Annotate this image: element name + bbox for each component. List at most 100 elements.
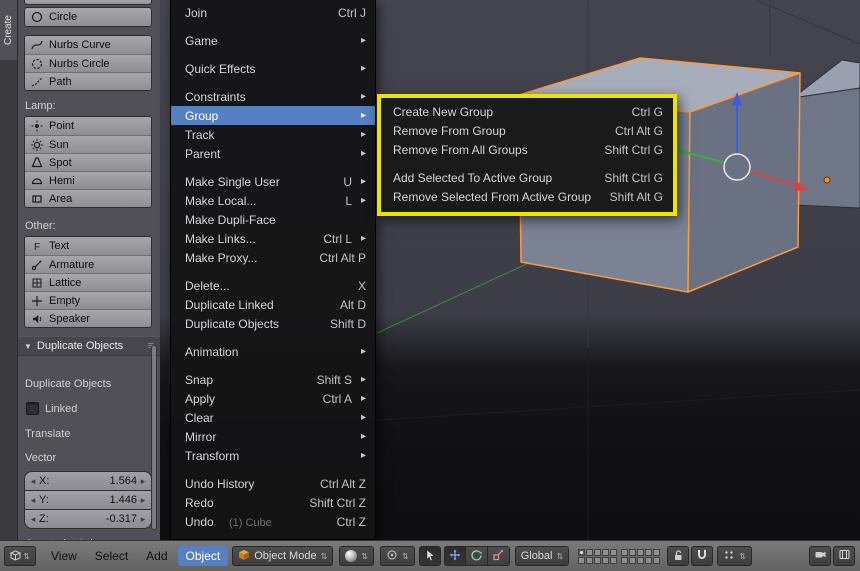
menu-item-group[interactable]: Group ▸ bbox=[171, 106, 375, 125]
linked-checkbox[interactable] bbox=[26, 402, 39, 415]
menu-item-mirror[interactable]: Mirror ▸ bbox=[171, 427, 375, 446]
grid-line bbox=[755, 0, 860, 45]
increment-arrow-icon[interactable]: ▸ bbox=[139, 514, 147, 525]
decrement-arrow-icon[interactable]: ◂ bbox=[29, 476, 37, 487]
menu-item-parent[interactable]: Parent ▸ bbox=[171, 144, 375, 163]
menu-item-apply[interactable]: Apply Ctrl A ▸ bbox=[171, 389, 375, 408]
layer-cell[interactable] bbox=[645, 548, 653, 556]
editor-type-button[interactable]: ⇅ bbox=[4, 546, 36, 566]
decrement-arrow-icon[interactable]: ◂ bbox=[29, 514, 37, 525]
tool-button-path[interactable]: Path bbox=[25, 72, 151, 90]
layer-cell[interactable] bbox=[629, 556, 637, 564]
header-menu-view[interactable]: View bbox=[43, 546, 85, 566]
layer-cell[interactable] bbox=[586, 548, 594, 556]
tool-button-speaker[interactable]: Speaker bbox=[25, 309, 151, 327]
magnet-icon bbox=[696, 549, 708, 564]
submenu-item-remove-selected-from-active-group[interactable]: Remove Selected From Active Group Shift A… bbox=[381, 187, 673, 206]
vector-z-field[interactable]: ◂ Z: -0.317 ▸ bbox=[25, 510, 151, 528]
menu-item-undo-history[interactable]: Undo History Ctrl Alt Z bbox=[171, 474, 375, 493]
menu-item-make-single-user[interactable]: Make Single User U ▸ bbox=[171, 172, 375, 191]
increment-arrow-icon[interactable]: ▸ bbox=[139, 495, 147, 506]
menu-item-game[interactable]: Game ▸ bbox=[171, 31, 375, 50]
collapse-triangle-icon[interactable]: ▼ bbox=[24, 342, 32, 351]
layer-cell[interactable] bbox=[645, 556, 653, 564]
header-menu-add[interactable]: Add bbox=[138, 546, 175, 566]
menu-item-undo[interactable]: Undo Ctrl Z bbox=[171, 512, 375, 531]
scale-manipulator-button[interactable] bbox=[487, 546, 510, 566]
layer-cell[interactable] bbox=[602, 548, 610, 556]
layer-cell[interactable] bbox=[578, 548, 586, 556]
menu-item-duplicate-objects[interactable]: Duplicate Objects Shift D bbox=[171, 314, 375, 333]
menu-item-constraints[interactable]: Constraints ▸ bbox=[171, 87, 375, 106]
mode-dropdown[interactable]: Object Mode ⇅ bbox=[232, 546, 334, 566]
layer-cell[interactable] bbox=[653, 548, 661, 556]
header-menu-object[interactable]: Object bbox=[177, 546, 229, 566]
menu-item-transform[interactable]: Transform ▸ bbox=[171, 446, 375, 465]
transform-orientation-dropdown[interactable]: Global ⇅ bbox=[514, 546, 570, 566]
menu-item-make-dupli-face[interactable]: Make Dupli-Face bbox=[171, 210, 375, 229]
layer-cell[interactable] bbox=[629, 548, 637, 556]
submenu-item-create-new-group[interactable]: Create New Group Ctrl G bbox=[381, 102, 673, 121]
layer-cell[interactable] bbox=[610, 556, 618, 564]
header-menu-select[interactable]: Select bbox=[87, 546, 136, 566]
tool-button-spot[interactable]: Spot bbox=[25, 153, 151, 171]
tool-button-empty[interactable]: Empty bbox=[25, 291, 151, 309]
layer-cell[interactable] bbox=[637, 556, 645, 564]
lock-to-scene-button[interactable] bbox=[667, 546, 690, 566]
tool-button-nurbs-circle[interactable]: Nurbs Circle bbox=[25, 54, 151, 72]
menu-item-delete[interactable]: Delete... X bbox=[171, 276, 375, 295]
menu-item-quick-effects[interactable]: Quick Effects ▸ bbox=[171, 59, 375, 78]
tool-button-point[interactable]: Point bbox=[25, 117, 151, 135]
menu-item-make-links[interactable]: Make Links... Ctrl L ▸ bbox=[171, 229, 375, 248]
layer-cell[interactable] bbox=[637, 548, 645, 556]
submenu-arrow-icon: ▸ bbox=[360, 232, 366, 244]
layer-cell[interactable] bbox=[594, 556, 602, 564]
layer-cell[interactable] bbox=[653, 556, 661, 564]
menu-item-track[interactable]: Track ▸ bbox=[171, 125, 375, 144]
menu-item-clear[interactable]: Clear ▸ bbox=[171, 408, 375, 427]
render-animation-button[interactable] bbox=[833, 546, 855, 566]
pivot-point-dropdown[interactable]: ⇅ bbox=[379, 546, 415, 566]
manipulator-toggle-button[interactable] bbox=[418, 546, 441, 566]
menu-item-make-local[interactable]: Make Local... L ▸ bbox=[171, 191, 375, 210]
translate-manipulator-button[interactable] bbox=[443, 546, 466, 566]
menu-item-make-proxy[interactable]: Make Proxy... Ctrl Alt P bbox=[171, 248, 375, 267]
tool-button-circle[interactable]: Circle bbox=[25, 8, 151, 26]
layer-cell[interactable] bbox=[586, 556, 594, 564]
menu-item-duplicate-linked[interactable]: Duplicate Linked Alt D bbox=[171, 295, 375, 314]
decrement-arrow-icon[interactable]: ◂ bbox=[29, 495, 37, 506]
snap-element-dropdown[interactable]: ⇅ bbox=[717, 546, 752, 566]
layer-cell[interactable] bbox=[602, 556, 610, 564]
clipped-tool-button[interactable] bbox=[24, 0, 152, 5]
tool-button-armature[interactable]: Armature bbox=[25, 255, 151, 273]
tool-button-nurbs-curve[interactable]: Nurbs Curve bbox=[25, 36, 151, 54]
viewport-shading-dropdown[interactable]: ⇅ bbox=[339, 546, 374, 566]
tool-button-lattice[interactable]: Lattice bbox=[25, 273, 151, 291]
tab-create[interactable]: Create bbox=[0, 0, 17, 60]
vector-y-field[interactable]: ◂ Y: 1.446 ▸ bbox=[25, 491, 151, 509]
tool-button-area[interactable]: Area bbox=[25, 189, 151, 207]
layer-cell[interactable] bbox=[578, 556, 586, 564]
submenu-item-remove-from-all-groups[interactable]: Remove From All Groups Shift Ctrl G bbox=[381, 140, 673, 159]
snap-toggle-button[interactable] bbox=[691, 546, 714, 566]
duplicate-objects-panel-header[interactable]: ▼ Duplicate Objects ≡ bbox=[18, 336, 160, 356]
layer-cell[interactable] bbox=[621, 556, 629, 564]
layer-cell[interactable] bbox=[621, 548, 629, 556]
menu-item-snap[interactable]: Snap Shift S ▸ bbox=[171, 370, 375, 389]
vector-x-field[interactable]: ◂ X: 1.564 ▸ bbox=[25, 472, 151, 490]
tool-button-text[interactable]: F Text bbox=[25, 237, 151, 255]
rotate-manipulator-button[interactable] bbox=[465, 546, 488, 566]
tool-button-hemi[interactable]: Hemi bbox=[25, 171, 151, 189]
shelf-scrollbar[interactable] bbox=[151, 345, 157, 530]
submenu-item-remove-from-group[interactable]: Remove From Group Ctrl Alt G bbox=[381, 121, 673, 140]
layer-cell[interactable] bbox=[594, 548, 602, 556]
increment-arrow-icon[interactable]: ▸ bbox=[139, 476, 147, 487]
render-image-button[interactable] bbox=[809, 546, 831, 566]
menu-item-redo[interactable]: Redo Shift Ctrl Z bbox=[171, 493, 375, 512]
menu-item-animation[interactable]: Animation ▸ bbox=[171, 342, 375, 361]
tool-button-sun[interactable]: Sun bbox=[25, 135, 151, 153]
menu-item-join[interactable]: Join Ctrl J bbox=[171, 3, 375, 22]
submenu-item-add-selected-to-active-group[interactable]: Add Selected To Active Group Shift Ctrl G bbox=[381, 168, 673, 187]
submenu-arrow-icon: ▸ bbox=[360, 430, 366, 442]
layer-cell[interactable] bbox=[610, 548, 618, 556]
